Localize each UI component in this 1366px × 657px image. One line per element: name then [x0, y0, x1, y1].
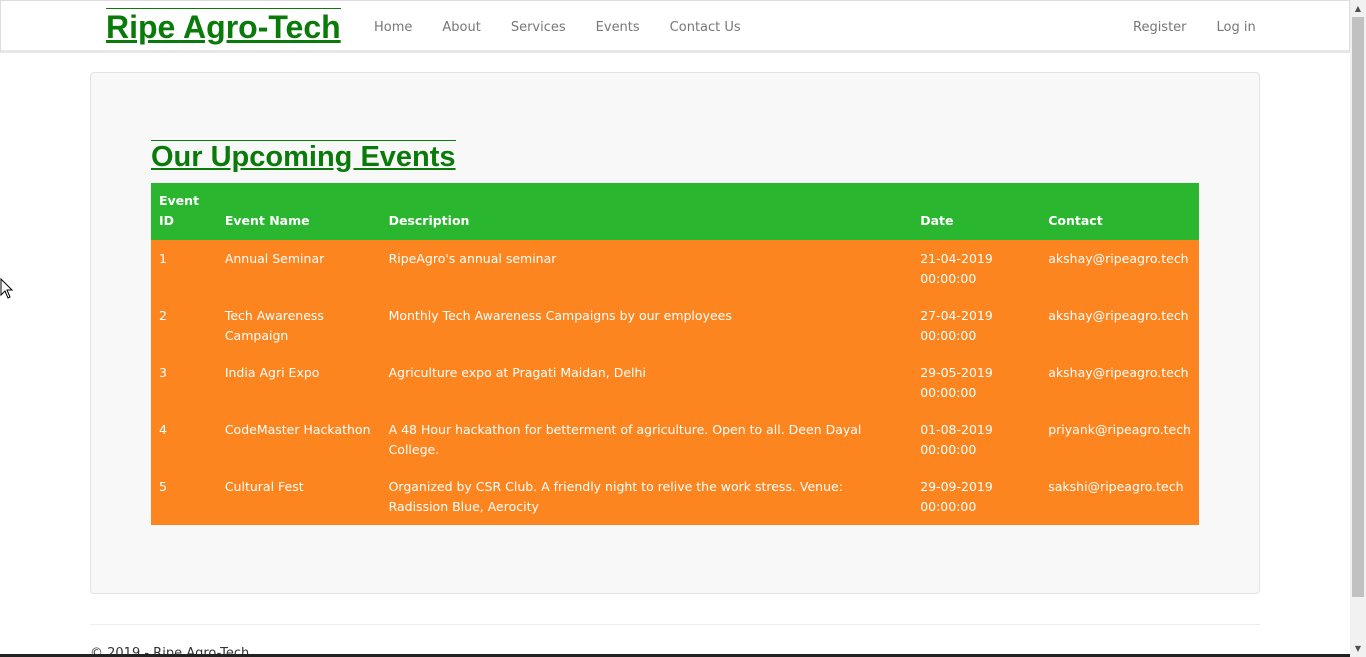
- cell-contact: akshay@ripeagro.tech: [1040, 354, 1199, 411]
- cell-date: 27-04-2019 00:00:00: [912, 297, 1041, 354]
- cell-description: RipeAgro's annual seminar: [380, 240, 913, 297]
- cell-event-id: 4: [151, 411, 217, 468]
- cell-event-name: India Agri Expo: [216, 354, 381, 411]
- brand-link[interactable]: Ripe Agro-Tech: [106, 8, 341, 45]
- cell-contact: akshay@ripeagro.tech: [1040, 240, 1199, 297]
- cell-date: 01-08-2019 00:00:00: [912, 411, 1041, 468]
- cell-contact: akshay@ripeagro.tech: [1040, 297, 1199, 354]
- cell-event-id: 5: [151, 468, 217, 525]
- scrollbar-thumb[interactable]: [1352, 17, 1364, 597]
- cell-event-id: 2: [151, 297, 217, 354]
- nav-login[interactable]: Log in: [1217, 1, 1256, 54]
- col-header-event-id: Event ID: [151, 183, 217, 240]
- main-nav: Home About Services Events Contact Us: [374, 1, 741, 54]
- cell-event-name: Annual Seminar: [216, 240, 381, 297]
- cell-date: 29-05-2019 00:00:00: [912, 354, 1041, 411]
- table-row: 5 Cultural Fest Organized by CSR Club. A…: [151, 468, 1199, 525]
- cell-contact: sakshi@ripeagro.tech: [1040, 468, 1199, 525]
- table-row: 3 India Agri Expo Agriculture expo at Pr…: [151, 354, 1199, 411]
- footer-divider: [90, 624, 1260, 625]
- page-title: Our Upcoming Events: [151, 140, 456, 173]
- nav-services[interactable]: Services: [511, 1, 566, 54]
- col-header-description: Description: [380, 183, 913, 240]
- nav-about[interactable]: About: [442, 1, 480, 54]
- cell-description: A 48 Hour hackathon for betterment of ag…: [380, 411, 913, 468]
- col-header-contact: Contact: [1040, 183, 1199, 240]
- col-header-date: Date: [912, 183, 1041, 240]
- nav-home[interactable]: Home: [374, 1, 412, 54]
- cell-description: Agriculture expo at Pragati Maidan, Delh…: [380, 354, 913, 411]
- cell-event-name: Tech Awareness Campaign: [216, 297, 381, 354]
- cell-date: 21-04-2019 00:00:00: [912, 240, 1041, 297]
- cell-contact: priyank@ripeagro.tech: [1040, 411, 1199, 468]
- page-scrollbar[interactable]: ▲ ▼: [1350, 0, 1366, 657]
- table-row: 4 CodeMaster Hackathon A 48 Hour hackath…: [151, 411, 1199, 468]
- scroll-down-arrow-icon[interactable]: ▼: [1350, 640, 1366, 657]
- table-row: 1 Annual Seminar RipeAgro's annual semin…: [151, 240, 1199, 297]
- mouse-cursor-icon: [0, 278, 14, 299]
- table-header-row: Event ID Event Name Description Date Con…: [151, 183, 1199, 240]
- nav-contact-us[interactable]: Contact Us: [670, 1, 741, 54]
- account-nav: Register Log in: [1133, 1, 1256, 54]
- cell-event-id: 1: [151, 240, 217, 297]
- cell-date: 29-09-2019 00:00:00: [912, 468, 1041, 525]
- nav-events[interactable]: Events: [596, 1, 640, 54]
- cell-description: Monthly Tech Awareness Campaigns by our …: [380, 297, 913, 354]
- table-row: 2 Tech Awareness Campaign Monthly Tech A…: [151, 297, 1199, 354]
- events-table: Event ID Event Name Description Date Con…: [151, 183, 1199, 525]
- nav-register[interactable]: Register: [1133, 1, 1187, 54]
- top-navbar: Ripe Agro-Tech Home About Services Event…: [0, 0, 1350, 53]
- scroll-up-arrow-icon[interactable]: ▲: [1350, 0, 1366, 17]
- col-header-event-name: Event Name: [216, 183, 381, 240]
- cell-event-name: CodeMaster Hackathon: [216, 411, 381, 468]
- cell-event-id: 3: [151, 354, 217, 411]
- cell-event-name: Cultural Fest: [216, 468, 381, 525]
- cell-description: Organized by CSR Club. A friendly night …: [380, 468, 913, 525]
